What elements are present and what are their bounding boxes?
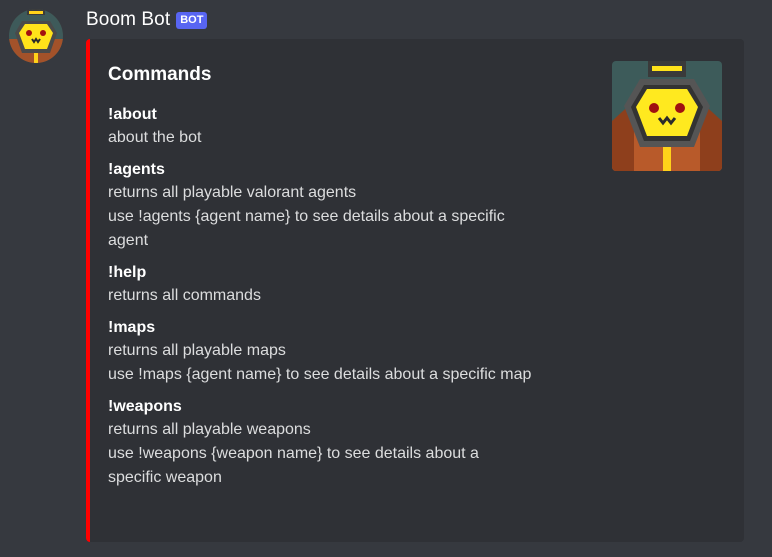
field-help: !help returns all commands <box>108 263 578 308</box>
field-value: about the bot <box>108 129 202 146</box>
field-value: use !agents {agent name} to see details … <box>108 208 505 225</box>
field-value: returns all playable valorant agents <box>108 184 357 201</box>
field-name: !help <box>108 264 147 281</box>
commands-embed: Commands !about about the bot !agents re… <box>86 39 744 542</box>
field-weapons: !weapons returns all playable weapons us… <box>108 397 578 490</box>
bot-badge: BOT <box>176 11 208 29</box>
field-value: returns all playable weapons <box>108 421 311 438</box>
robot-face-icon <box>612 61 722 171</box>
author-name[interactable]: Boom Bot <box>86 9 170 31</box>
embed-title: Commands <box>108 64 212 85</box>
field-value: returns all playable maps <box>108 342 286 359</box>
field-name: !agents <box>108 161 165 178</box>
field-name: !about <box>108 106 157 123</box>
field-value: use !maps {agent name} to see details ab… <box>108 366 532 383</box>
robot-face-icon <box>9 9 63 63</box>
field-name: !weapons <box>108 398 182 415</box>
field-maps: !maps returns all playable maps use !map… <box>108 318 578 387</box>
embed-accent-bar <box>86 39 90 542</box>
field-value: returns all commands <box>108 287 261 304</box>
field-about: !about about the bot <box>108 105 578 150</box>
message-header: Boom Bot BOT <box>86 8 208 32</box>
field-value: specific weapon <box>108 469 222 486</box>
field-agents: !agents returns all playable valorant ag… <box>108 160 578 253</box>
avatar[interactable] <box>9 9 63 63</box>
field-name: !maps <box>108 319 156 336</box>
field-value: use !weapons {weapon name} to see detail… <box>108 445 479 462</box>
embed-fields: !about about the bot !agents returns all… <box>108 105 578 500</box>
embed-thumbnail[interactable] <box>612 61 722 171</box>
field-value: agent <box>108 232 149 249</box>
